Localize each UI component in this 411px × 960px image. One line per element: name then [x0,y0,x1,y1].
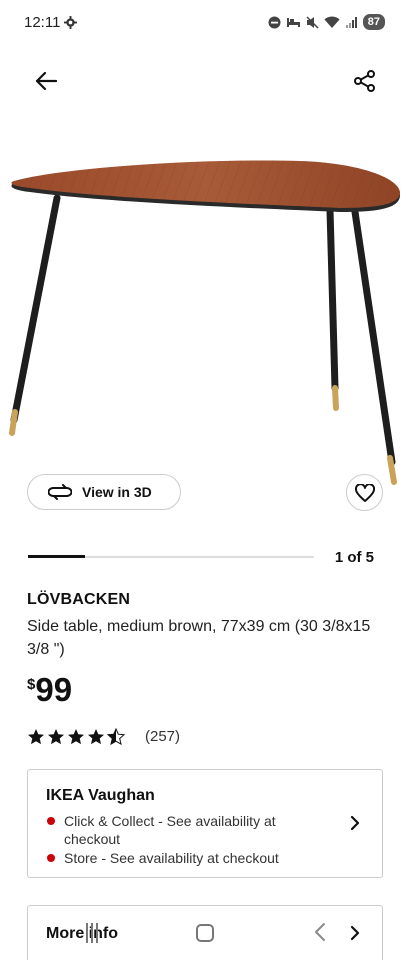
store-name: IKEA Vaughan [46,787,155,804]
star-icon [48,729,64,745]
product-name: LÖVBACKEN [27,591,131,608]
status-dot [47,854,55,862]
chevron-right-icon [350,925,360,941]
status-time: 12:11 [24,14,61,31]
star-icon [68,729,84,745]
gallery-progress [28,555,314,558]
battery-level: 87 [362,14,385,30]
heart-icon [354,483,375,502]
availability-label: Click & Collect - See availability at ch… [64,813,276,847]
availability-label: Store - See availability at checkout [64,850,279,866]
availability-item: Click & Collect - See availability at ch… [46,812,326,848]
sleep-mode-icon [286,18,300,27]
rotate-3d-icon [48,484,72,500]
product-description: Side table, medium brown, 77x39 cm (30 3… [27,618,371,658]
signal-icon [345,16,357,28]
mute-icon [306,15,319,29]
chevron-right-icon [350,815,360,831]
product-image[interactable] [0,150,411,490]
gallery-pager: 1 of 5 [334,549,374,566]
table-leg [326,206,339,392]
availability-item: Store - See availability at checkout [46,849,326,867]
star-icon [88,729,104,745]
view-in-3d-button[interactable]: View in 3D [27,474,181,510]
do-not-disturb-icon [268,16,281,28]
table-leg [351,208,396,466]
availability-list: Click & Collect - See availability at ch… [46,812,326,868]
view-in-3d-label: View in 3D [82,484,152,500]
review-count: (257) [145,728,181,745]
favourite-button[interactable] [346,474,383,511]
status-icons: 87 [268,14,385,30]
status-dot [47,817,55,825]
more-info-row[interactable]: More info [27,905,383,960]
wifi-icon [324,16,340,28]
star-icon [107,728,125,745]
back-button[interactable] [31,66,61,96]
share-button[interactable] [350,66,380,96]
price-value: 99 [35,671,73,708]
price-currency: $ [27,676,36,693]
arrow-left-icon [35,71,57,91]
product-rating[interactable]: (257) [27,728,180,745]
share-icon [354,70,375,92]
status-bar: 12:11 87 [0,0,411,44]
gallery-progress-fill [28,555,86,558]
settings-gear-icon [64,16,77,29]
star-icon [28,729,44,745]
table-leg [10,194,61,424]
product-price: $ 99 [27,672,72,708]
store-availability-card[interactable]: IKEA Vaughan Click & Collect - See avail… [27,769,383,878]
more-info-label: More info [46,925,118,942]
